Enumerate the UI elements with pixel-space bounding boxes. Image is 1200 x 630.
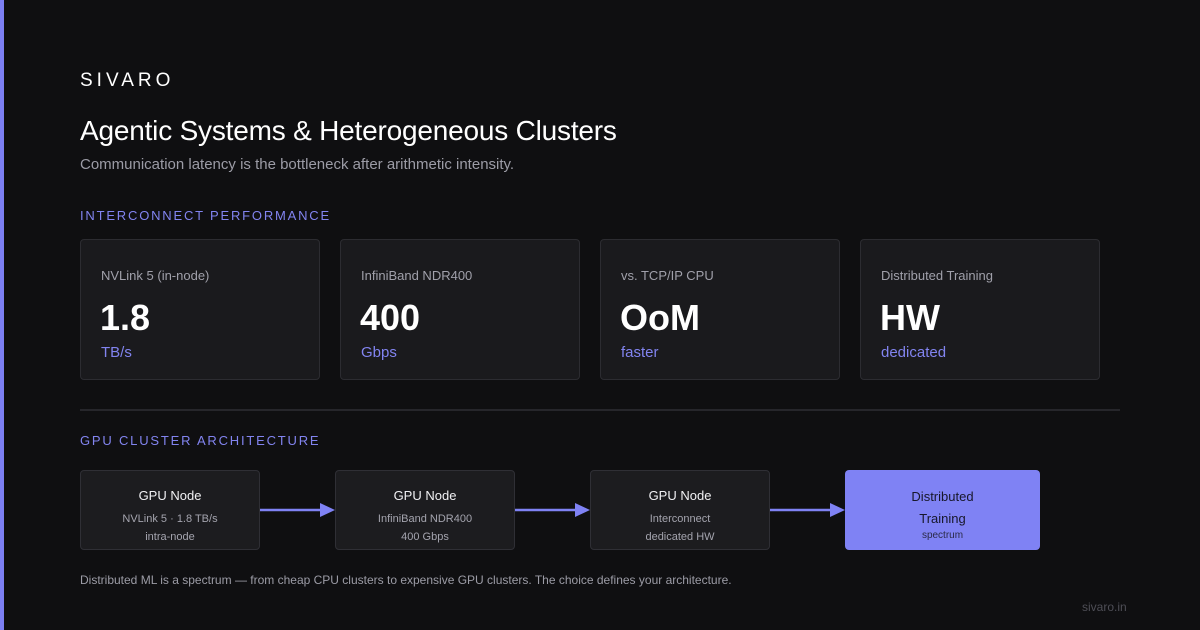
stat-card-infiniband: InfiniBand NDR400 400 Gbps <box>340 239 580 380</box>
stat-value: HW <box>880 297 940 338</box>
stat-card-distributed-training: Distributed Training HW dedicated <box>860 239 1100 380</box>
section-label-architecture: GPU CLUSTER ARCHITECTURE <box>80 433 321 448</box>
accent-rail <box>0 0 4 630</box>
stat-label: InfiniBand NDR400 <box>361 268 473 283</box>
final-node-subtitle: spectrum <box>921 530 964 541</box>
stat-label: vs. TCP/IP CPU <box>621 268 714 283</box>
stat-unit: faster <box>621 344 659 361</box>
stat-unit: dedicated <box>881 344 947 361</box>
gpu-node-1: GPU Node NVLink 5 · 1.8 TB/s intra-node <box>80 470 260 550</box>
flow-arrow-icon <box>770 503 845 517</box>
section-divider <box>80 409 1120 411</box>
node-detail: Interconnect <box>649 513 711 525</box>
stat-value: OoM <box>620 297 700 338</box>
node-detail: intra-node <box>145 531 195 543</box>
final-node-title-line1: Distributed <box>911 489 974 504</box>
stat-label: NVLink 5 (in-node) <box>101 268 210 283</box>
section-label-interconnect: INTERCONNECT PERFORMANCE <box>80 208 331 223</box>
node-detail: 400 Gbps <box>401 531 449 543</box>
stat-card-nvlink: NVLink 5 (in-node) 1.8 TB/s <box>80 239 320 380</box>
gpu-node-3: GPU Node Interconnect dedicated HW <box>590 470 770 550</box>
page-title: Agentic Systems & Heterogeneous Clusters <box>80 115 617 146</box>
node-detail: InfiniBand NDR400 <box>377 513 473 525</box>
node-detail: NVLink 5 · 1.8 TB/s <box>122 513 218 525</box>
brand-logo: SIVARO <box>80 70 175 91</box>
gpu-node-2: GPU Node InfiniBand NDR400 400 Gbps <box>335 470 515 550</box>
stat-unit: Gbps <box>361 344 397 361</box>
flow-arrow-icon <box>515 503 590 517</box>
node-title: GPU Node <box>138 488 202 503</box>
footnote: Distributed ML is a spectrum — from chea… <box>80 573 732 587</box>
site-url: sivaro.in <box>1082 600 1127 614</box>
flow-arrow-icon <box>260 503 335 517</box>
stat-label: Distributed Training <box>881 268 993 283</box>
page-subtitle: Communication latency is the bottleneck … <box>80 156 515 173</box>
stat-card-tcpip: vs. TCP/IP CPU OoM faster <box>600 239 840 380</box>
final-node-title: Distributed Training <box>845 486 1040 530</box>
distributed-training-node: Distributed Training spectrum <box>845 470 1040 550</box>
node-title: GPU Node <box>648 488 712 503</box>
stat-value: 400 <box>360 297 421 338</box>
stat-value: 1.8 <box>100 297 151 338</box>
stat-unit: TB/s <box>101 344 132 361</box>
node-title: GPU Node <box>393 488 457 503</box>
final-node-title-line2: Training <box>919 511 966 526</box>
node-detail: dedicated HW <box>645 531 715 543</box>
